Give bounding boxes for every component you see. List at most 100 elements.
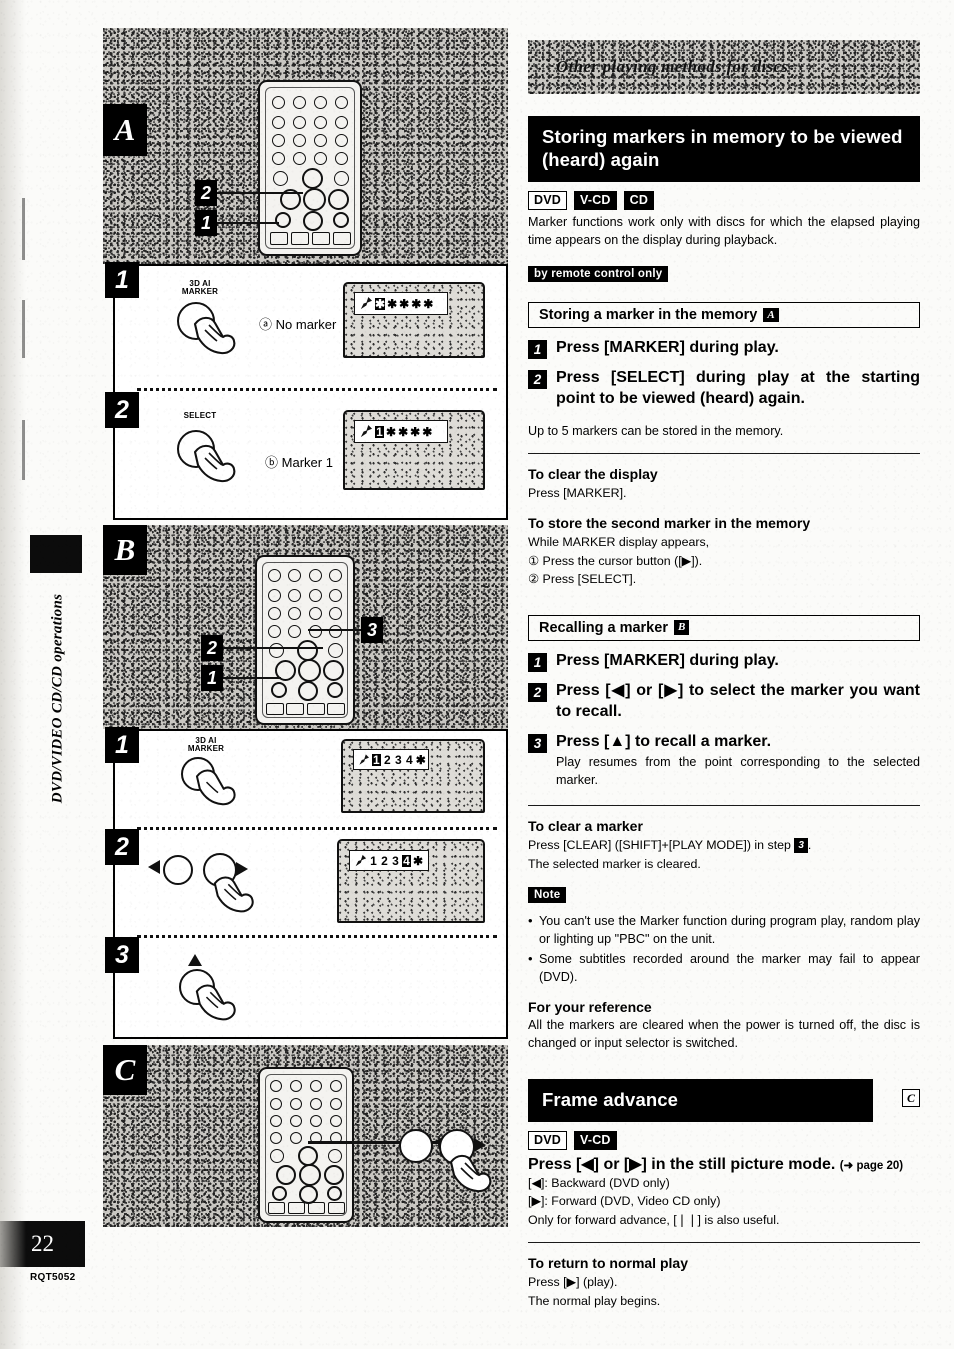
panel-a-step-2-chip: 2 [105,392,139,428]
panel-b-callout-2: 2 [201,635,223,661]
panel-b-step-1-tv: 1 2 3 4 ✱ [341,739,485,813]
step-text: Press [MARKER] during play. [556,651,779,669]
ref-badge-c: C [901,1088,920,1107]
return-normal-play-heading: To return to normal play [528,1255,688,1272]
side-tab-label: DVD/VIDEO CD/CD operations [49,593,66,804]
panel-c-letter: C [103,1045,147,1095]
subsection-heading: Recalling a marker [539,619,668,636]
second-marker-line: While MARKER display appears, [528,535,710,550]
clear-marker-step-badge: 3 [794,838,808,854]
panel-a-photo: A 2 1 [103,28,508,264]
margin-tick [22,420,25,480]
hand-pointer-icon [193,316,236,355]
chapter-banner-title: Other playing methods for discs [556,57,789,76]
hand-pointer-icon [195,769,236,806]
divider [528,1242,920,1244]
ref-badge-b: B [673,620,690,636]
panel-b-step-2-chip: 2 [105,829,139,865]
page-number: 22 [0,1221,85,1267]
panel-b-leader-1 [223,677,281,680]
hand-pointer-icon [193,444,236,483]
callout-text-b: Marker 1 [281,455,333,470]
hand-pointer-icon [213,876,254,913]
step-subtext: Play resumes from the point correspondin… [556,755,920,788]
callout-mark-a: ⓐ [259,317,273,332]
note-list: You can't use the Marker function during… [528,912,920,987]
reference-heading: For your reference [528,998,652,1015]
step-number: 1 [528,340,547,359]
document-code: RQT5052 [30,1272,76,1283]
panel-a-step-1-osd: ✱ ✱ ✱ ✱ ✱ [354,292,448,315]
osd-cell: 3 [394,752,402,767]
divider [528,453,920,455]
step-item: 2 Press [◀] or [▶] to select the marker … [528,681,920,723]
frame-advance-detail: [◀]: Backward (DVD only) [528,1175,670,1190]
osd-cell: ✱ [423,296,434,311]
panel-c-left-button [399,1129,433,1163]
osd-cell: 1 [375,424,384,439]
osd-cell: 3 [392,853,399,868]
chapter-banner: Other playing methods for discs [528,40,920,94]
panel-b-divider-1 [137,827,497,830]
step-item: 1 Press [MARKER] during play. [528,651,920,672]
panel-a-step-2-osd: 1 ✱ ✱ ✱ ✱ [354,420,448,443]
panel-a-steps-card: 1 3D AI MARKER ⓐ No marker ✱ ✱ ✱ ✱ ✱ 2 S… [105,262,508,520]
side-tab-block [30,535,82,573]
second-marker-line: ② Press [SELECT]. [528,572,637,587]
reference-text: All the markers are cleared when the pow… [528,1017,920,1050]
cursor-up-arrow-icon [188,954,202,966]
text-column: Other playing methods for discs Storing … [528,40,920,1311]
osd-cell: ✱ [386,424,397,439]
osd-cell: ✱ [415,752,426,767]
subsection-storing-a-marker: Storing a marker in the memory A [528,302,920,328]
margin-tick [22,300,25,358]
osd-cell: 2 [383,752,391,767]
panel-c-photo: C [103,1045,508,1227]
step-number: 2 [528,370,547,389]
note-item: Some subtitles recorded around the marke… [528,950,920,987]
step-item: 3 Press [▲] to recall a marker. Play res… [528,732,920,793]
panel-b-step-2-osd: 1 2 3 4 ✱ [349,850,429,871]
step-text: Press [▲] to recall a marker. [556,732,772,750]
subsection-heading: Storing a marker in the memory [539,307,758,323]
clear-display-line: Press [MARKER]. [528,486,627,501]
frame-advance-page-ref: (➜ page 20) [839,1159,904,1172]
frame-advance-instruction: Press [◀] or [▶] in the still picture mo… [528,1154,920,1174]
panel-b-step-1-chip: 1 [105,727,139,763]
osd-cell: 2 [381,853,388,868]
markers-capacity-note: Up to 5 markers can be stored in the mem… [528,423,784,438]
panel-a-step-2-button-label: SELECT [183,411,217,420]
osd-cell: ✱ [422,424,433,439]
osd-cell: 4 [402,853,411,868]
clear-marker-line-2: The selected marker is cleared. [528,856,701,871]
note-item: You can't use the Marker function during… [528,912,920,949]
osd-cell: ✱ [398,424,409,439]
step-text: Press [MARKER] during play. [556,339,779,356]
panel-b-photo: B 3 2 1 [103,525,508,729]
clear-marker-pre: Press [CLEAR] ([SHIFT]+[PLAY MODE]) in s… [528,838,795,853]
step-number: 2 [528,682,547,702]
panel-b-callout-1: 1 [201,665,223,691]
disc-badge-vcd: V-CD [574,191,617,211]
disc-compat-row-2: DVD V-CD [528,1130,920,1150]
panel-b-step-1-button-label: 3D AI MARKER [187,736,225,754]
panel-a-callout-2: 2 [195,180,217,206]
step-text: Press [SELECT] during play at the starti… [556,369,920,407]
hand-pointer-icon [449,1154,492,1193]
panel-b-divider-2 [137,935,497,938]
step-item: 2 Press [SELECT] during play at the star… [528,368,920,410]
clear-marker-post: . [807,838,812,853]
step-text: Press [◀] or [▶] to select the marker yo… [556,681,920,720]
callout-text-a: No marker [275,317,337,332]
step-number: 1 [528,652,547,672]
osd-cell: 1 [371,752,381,767]
panel-a-step-2-tv: 1 ✱ ✱ ✱ ✱ [343,410,485,490]
ref-badge-a: A [763,307,779,323]
step-number: 3 [528,733,547,753]
divider [528,805,920,807]
osd-cell: ✱ [411,296,422,311]
disc-badge-vcd-2: V-CD [574,1130,617,1150]
panel-a-step-2-callout: ⓑ Marker 1 [265,452,333,471]
panel-a-leader-2 [217,192,303,195]
frame-advance-detail: Only for forward advance, [❘❘] is also u… [528,1212,780,1227]
